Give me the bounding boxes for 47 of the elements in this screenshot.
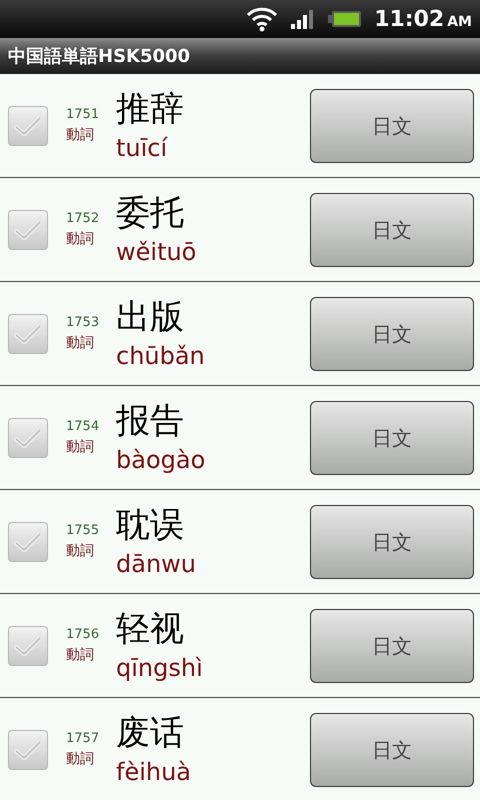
part-of-speech: 動詞 — [66, 646, 95, 665]
checkbox[interactable] — [8, 106, 48, 146]
pinyin: chūbǎn — [116, 340, 206, 372]
word-number: 1751 — [66, 106, 100, 124]
checkbox[interactable] — [8, 522, 48, 562]
clock-time: 11:02 — [374, 6, 444, 34]
japanese-button[interactable]: 日文 — [310, 608, 474, 682]
chinese-word: 报告 — [116, 400, 185, 442]
checkbox[interactable] — [8, 418, 48, 458]
chinese-word: 出版 — [116, 296, 185, 338]
part-of-speech: 動詞 — [66, 230, 95, 249]
word-number: 1757 — [66, 730, 100, 748]
part-of-speech: 動詞 — [66, 334, 95, 353]
part-of-speech: 動詞 — [66, 542, 95, 561]
word-number: 1752 — [66, 210, 100, 228]
battery-icon — [328, 9, 362, 29]
chinese-word: 废话 — [116, 712, 185, 754]
japanese-button[interactable]: 日文 — [310, 296, 474, 370]
pinyin: tuīcí — [116, 132, 169, 164]
app-title: 中国語単語HSK5000 — [8, 44, 190, 68]
japanese-button[interactable]: 日文 — [310, 88, 474, 162]
part-of-speech: 動詞 — [66, 750, 95, 769]
checkbox[interactable] — [8, 730, 48, 770]
clock-ampm: AM — [447, 12, 472, 32]
chinese-word: 推辞 — [116, 88, 185, 130]
japanese-button[interactable]: 日文 — [310, 400, 474, 474]
part-of-speech: 動詞 — [66, 126, 95, 145]
pinyin: dānwu — [116, 548, 197, 580]
pinyin: bàogào — [116, 444, 206, 476]
word-number: 1755 — [66, 522, 100, 540]
chinese-word: 轻视 — [116, 608, 185, 650]
japanese-button[interactable]: 日文 — [310, 712, 474, 786]
pinyin: qīngshì — [116, 652, 204, 684]
checkbox[interactable] — [8, 626, 48, 666]
checkbox[interactable] — [8, 210, 48, 250]
word-number: 1753 — [66, 314, 100, 332]
word-number: 1754 — [66, 418, 100, 436]
part-of-speech: 動詞 — [66, 438, 95, 457]
chinese-word: 耽误 — [116, 504, 185, 546]
word-number: 1756 — [66, 626, 100, 644]
pinyin: wěituō — [116, 236, 198, 268]
japanese-button[interactable]: 日文 — [310, 192, 474, 266]
pinyin: fèihuà — [116, 756, 192, 788]
checkbox[interactable] — [8, 314, 48, 354]
chinese-word: 委托 — [116, 192, 185, 234]
wifi-icon — [246, 6, 278, 32]
japanese-button[interactable]: 日文 — [310, 504, 474, 578]
